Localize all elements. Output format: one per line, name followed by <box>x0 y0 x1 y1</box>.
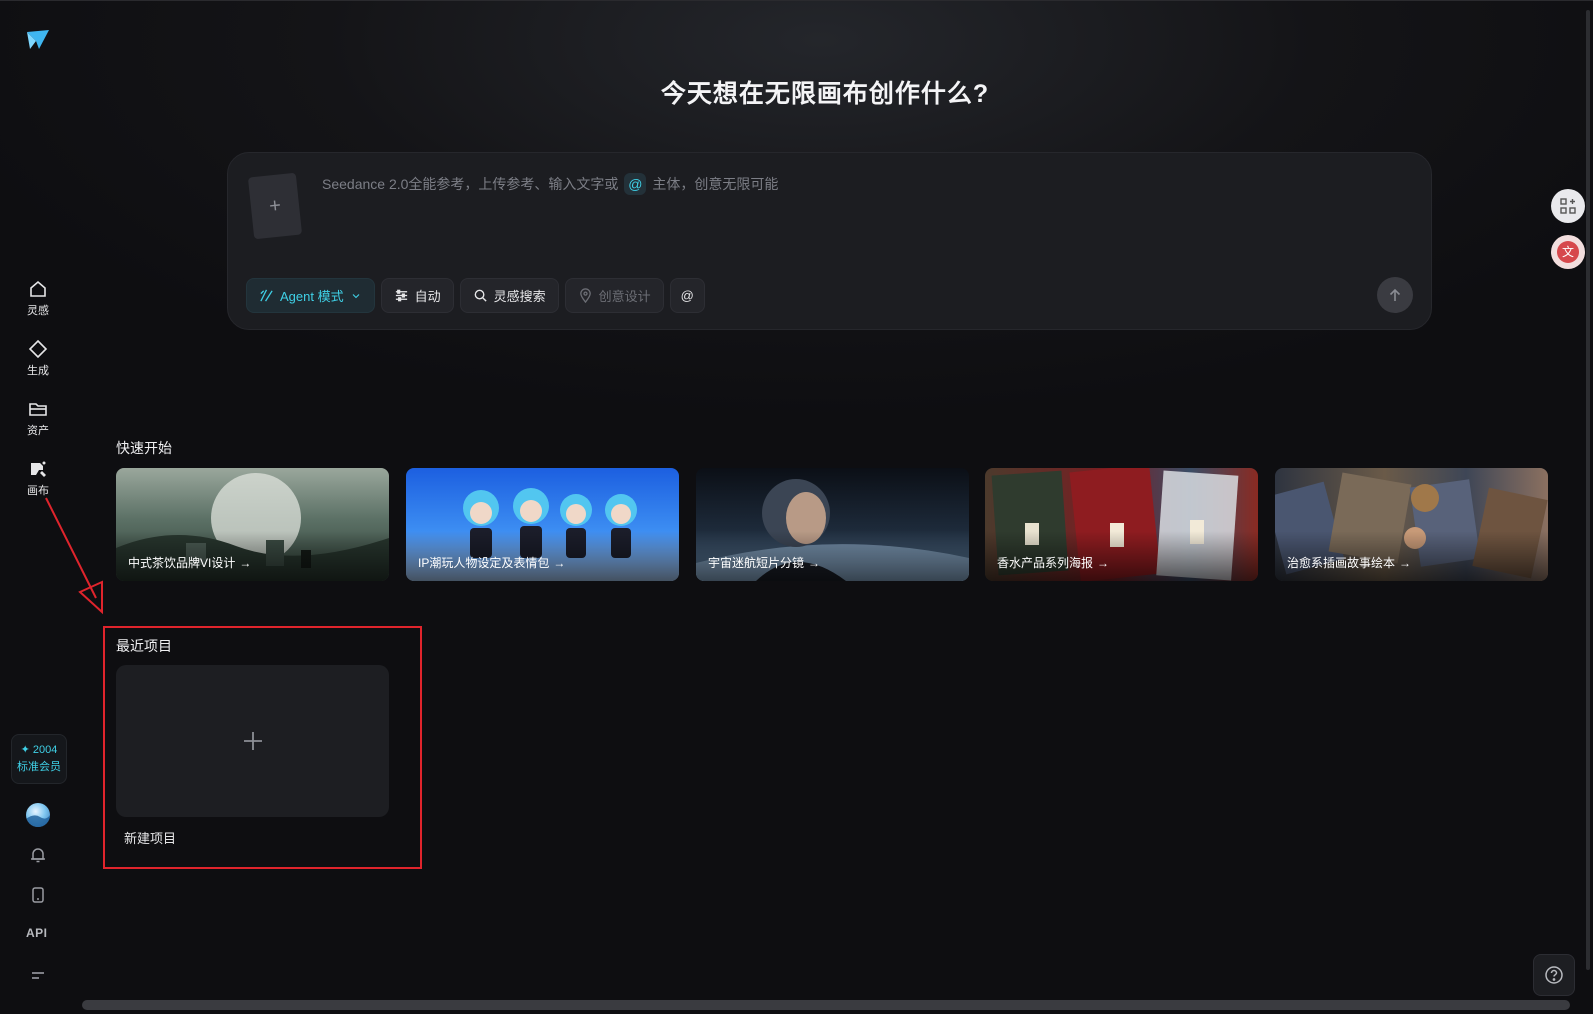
recent-projects-title: 最近项目 <box>116 638 172 654</box>
diamond-icon <box>28 339 48 358</box>
agent-icon <box>260 289 273 302</box>
folder-icon <box>29 402 47 416</box>
svg-text:文: 文 <box>1562 244 1574 259</box>
quick-start-card-healing-picturebook[interactable]: 治愈系插画故事绘本 → <box>1275 468 1548 581</box>
translate-button[interactable]: 文 <box>1551 235 1585 269</box>
inspiration-search-label: 灵感搜索 <box>493 289 546 304</box>
new-project-card[interactable] <box>116 665 389 817</box>
arrow-right-icon: → <box>808 555 821 570</box>
plus-icon <box>243 732 262 750</box>
sidebar-item-label: 生成 <box>27 364 49 377</box>
sidebar-item-label: 灵感 <box>27 304 49 317</box>
placeholder-text-start: Seedance 2.0全能参考，上传参考、输入文字或 <box>322 176 619 192</box>
search-icon <box>474 289 487 302</box>
quick-start-card-tea-vi[interactable]: 中式茶饮品牌VI设计 → <box>116 468 389 581</box>
auto-button[interactable]: 自动 <box>380 278 454 313</box>
annotation-arrow <box>45 497 103 615</box>
canvas-icon <box>31 461 46 477</box>
chevron-down-icon <box>352 293 359 298</box>
arrow-right-icon: → <box>1097 555 1110 570</box>
membership-tier: 标准会员 <box>17 761 61 773</box>
vertical-scrollbar[interactable] <box>1585 10 1591 990</box>
mention-button[interactable]: @ <box>669 278 705 313</box>
api-link[interactable]: API <box>26 926 48 940</box>
credits-value: ✦ 2004 <box>20 744 58 756</box>
home-icon <box>30 280 46 297</box>
bell-icon[interactable] <box>28 845 48 865</box>
creative-design-label: 创意设计 <box>598 289 651 304</box>
translate-icon: 文 <box>1557 241 1579 263</box>
app-window: 灵感 生成 资产 画布 ✦ 2004 标准会员 API 今天想在无限画布创作什么… <box>0 0 1593 1014</box>
avatar[interactable] <box>26 803 50 827</box>
card-label: 中式茶饮品牌VI设计 <box>128 556 236 570</box>
sliders-icon <box>395 289 407 302</box>
reference-upload-button[interactable]: + <box>247 172 303 240</box>
agent-mode-dropdown[interactable]: Agent 模式 <box>246 278 375 313</box>
arrow-right-icon: → <box>239 555 252 570</box>
help-icon <box>1545 966 1563 984</box>
creative-design-button[interactable]: 创意设计 <box>564 278 664 313</box>
sidebar-item-inspiration[interactable]: 灵感 <box>14 272 62 324</box>
quick-start-card-space-storyboard[interactable]: 宇宙迷航短片分镜 → <box>696 468 969 581</box>
card-label: IP潮玩人物设定及表情包 <box>418 556 550 570</box>
sidebar-item-assets[interactable]: 资产 <box>14 392 62 444</box>
arrow-up-icon <box>1389 288 1401 301</box>
apps-grid-button[interactable] <box>1551 189 1585 223</box>
location-pin-icon <box>579 288 591 303</box>
plus-icon: + <box>267 193 282 218</box>
prompt-input[interactable]: Seedance 2.0全能参考，上传参考、输入文字或 @ 主体，创意无限可能 <box>322 173 778 195</box>
quick-start-card-perfume-poster[interactable]: 香水产品系列海报 → <box>985 468 1258 581</box>
auto-label: 自动 <box>414 289 441 304</box>
prompt-composer[interactable]: + Seedance 2.0全能参考，上传参考、输入文字或 @ 主体，创意无限可… <box>227 152 1432 330</box>
agent-mode-label: Agent 模式 <box>280 289 344 304</box>
horizontal-scrollbar[interactable] <box>82 1000 1570 1010</box>
credits-badge[interactable]: ✦ 2004 标准会员 <box>11 734 67 784</box>
mobile-icon[interactable] <box>28 885 48 905</box>
page-title: 今天想在无限画布创作什么? <box>660 80 990 108</box>
quick-start-card-ip-toy[interactable]: IP潮玩人物设定及表情包 → <box>406 468 679 581</box>
sidebar-item-generate[interactable]: 生成 <box>14 332 62 384</box>
inspiration-search-button[interactable]: 灵感搜索 <box>459 278 559 313</box>
quick-start-title: 快速开始 <box>116 440 172 456</box>
mention-chip[interactable]: @ <box>624 173 647 195</box>
apps-grid-icon <box>1560 198 1576 214</box>
send-button[interactable] <box>1377 277 1413 313</box>
card-label: 宇宙迷航短片分镜 <box>708 556 805 570</box>
menu-icon[interactable] <box>28 965 48 985</box>
sidebar-item-label: 资产 <box>27 424 49 437</box>
card-label: 香水产品系列海报 <box>997 556 1094 570</box>
new-project-label: 新建项目 <box>124 831 177 846</box>
arrow-right-icon: → <box>553 555 566 570</box>
at-icon: @ <box>680 288 694 303</box>
placeholder-text-end: 主体，创意无限可能 <box>652 176 779 192</box>
help-button[interactable] <box>1533 954 1575 996</box>
brand-logo-icon[interactable] <box>25 27 51 53</box>
prompt-toolbar: Agent 模式 自动 灵感搜索 创意设计 @ <box>246 278 705 313</box>
top-border <box>0 0 1593 1</box>
arrow-right-icon: → <box>1399 555 1412 570</box>
card-label: 治愈系插画故事绘本 <box>1287 556 1396 570</box>
